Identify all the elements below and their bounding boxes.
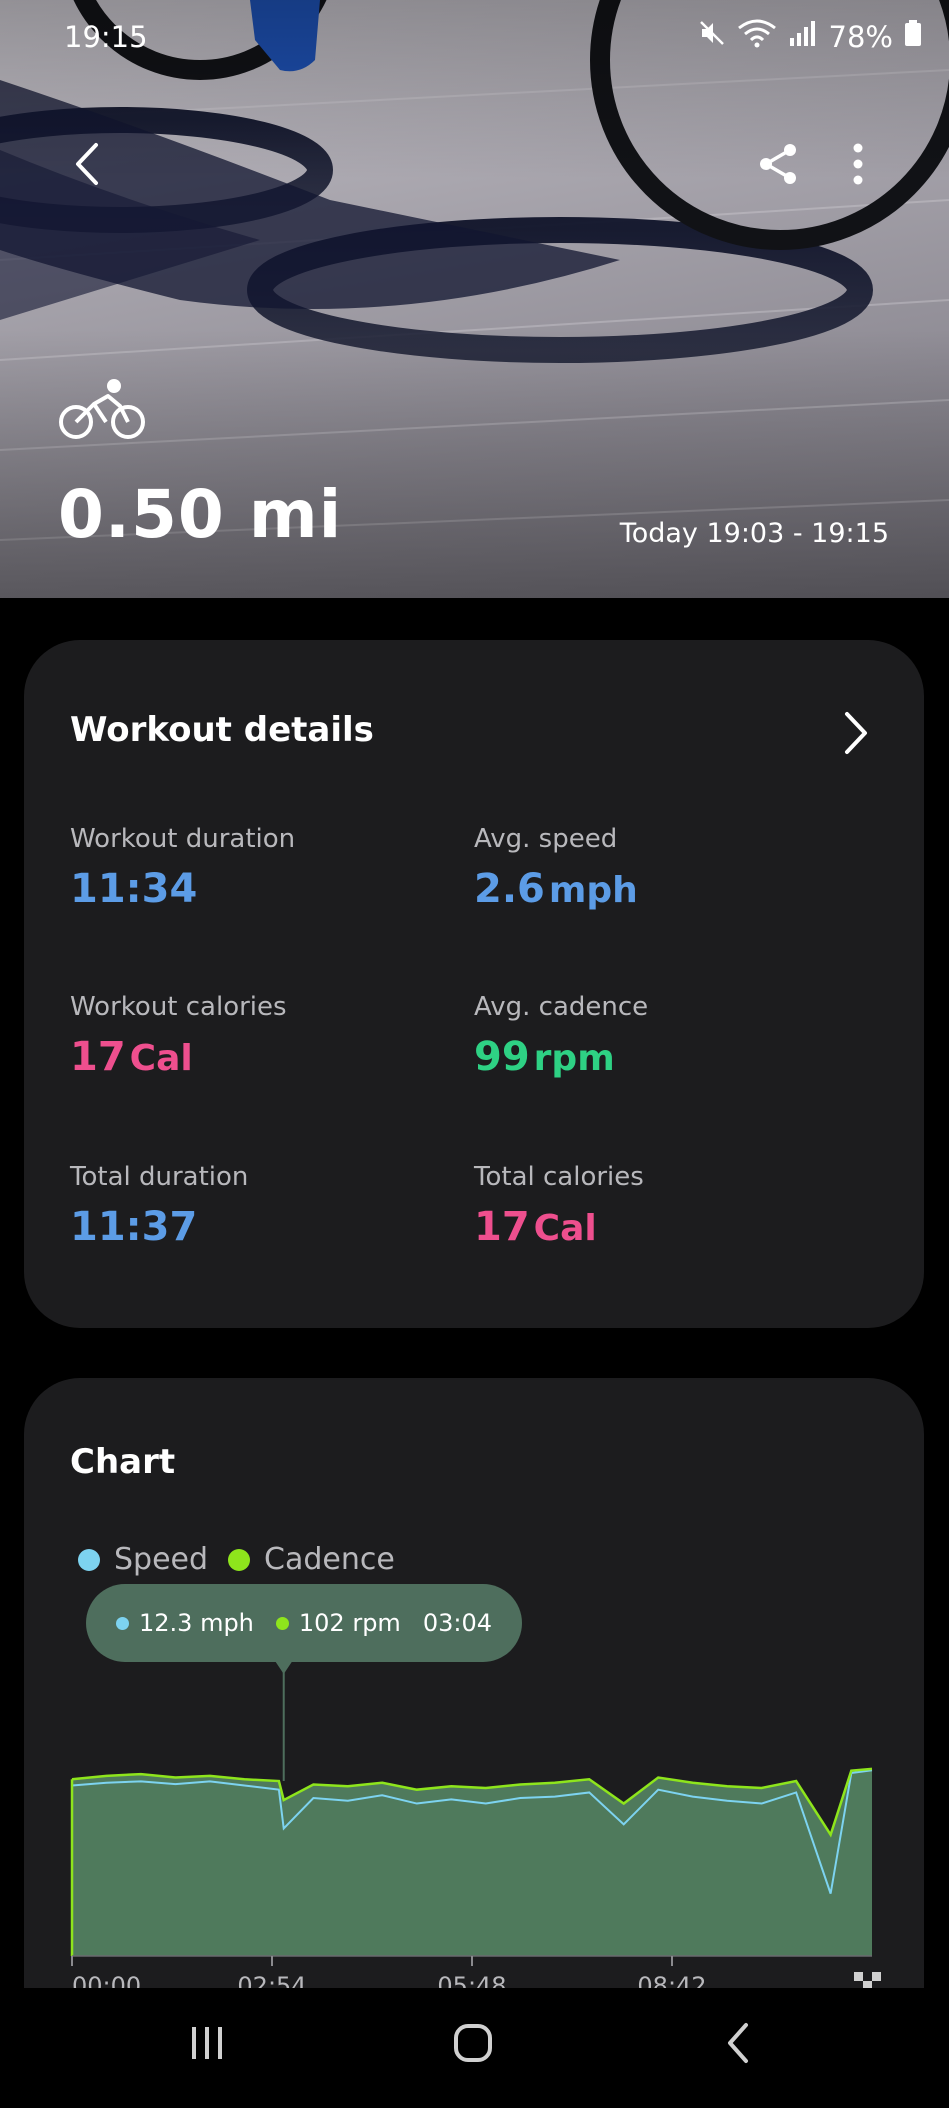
card-title: Workout details <box>70 710 374 750</box>
legend-label: Cadence <box>264 1542 395 1577</box>
recents-button[interactable] <box>162 2008 252 2078</box>
system-nav-bar <box>0 1988 949 2108</box>
tooltip-dot <box>116 1616 129 1630</box>
status-time: 19:15 <box>64 20 148 54</box>
metric-value: 17 Cal <box>474 1204 597 1250</box>
metric-value: 99 rpm <box>474 1034 615 1080</box>
metric-label: Workout calories <box>70 992 287 1022</box>
distance-value: 0.50 mi <box>58 476 343 553</box>
back-button[interactable] <box>58 134 118 194</box>
metric-label: Workout duration <box>70 824 296 854</box>
share-icon <box>760 144 796 184</box>
cycling-icon <box>58 378 146 444</box>
tooltip-speed-value: 12.3 mph <box>139 1609 254 1637</box>
hero-banner: 19:15 78% 0.50 mi Today 19:03 - 19:15 <box>0 0 949 598</box>
metric-workout-calories: Workout calories 17 Cal <box>70 992 287 1080</box>
tooltip-speed: 12.3 mph <box>116 1609 254 1637</box>
home-button[interactable] <box>428 2008 518 2078</box>
metric-value: 11:34 <box>70 866 198 912</box>
metric-value: 2.6 mph <box>474 866 638 912</box>
tooltip-pointer <box>275 1662 292 1674</box>
chart-area-fill <box>72 1768 872 1956</box>
more-vertical-icon <box>853 143 863 185</box>
home-icon <box>454 2024 492 2062</box>
chart-tooltip: 12.3 mph 102 rpm 03:04 <box>86 1584 522 1662</box>
chart-legend: Speed Cadence <box>78 1542 415 1577</box>
back-chevron-icon <box>728 2023 748 2063</box>
wifi-icon <box>737 18 777 55</box>
legend-label: Speed <box>114 1542 209 1577</box>
battery-icon <box>903 18 923 55</box>
card-title: Chart <box>70 1442 176 1482</box>
details-open-button[interactable] <box>834 706 878 760</box>
chevron-left-icon <box>76 143 98 185</box>
legend-dot <box>228 1548 251 1571</box>
metric-label: Total calories <box>474 1162 644 1192</box>
status-bar: 19:15 78% <box>0 0 949 76</box>
mute-icon <box>697 18 727 55</box>
workout-time-range: Today 19:03 - 19:15 <box>619 518 889 549</box>
signal-icon <box>787 18 817 55</box>
metric-avg-cadence: Avg. cadence 99 rpm <box>474 992 648 1080</box>
workout-details-card[interactable]: Workout details Workout duration 11:34 A… <box>24 640 924 1328</box>
more-options-button[interactable] <box>828 134 888 194</box>
metric-avg-speed: Avg. speed 2.6 mph <box>474 824 638 912</box>
share-button[interactable] <box>748 134 808 194</box>
tooltip-dot <box>275 1616 289 1630</box>
metric-value: 17 Cal <box>70 1034 193 1080</box>
chevron-right-icon <box>845 712 867 754</box>
legend-item-speed: Speed <box>78 1542 208 1577</box>
battery-percent: 78% <box>828 19 893 54</box>
metric-workout-duration: Workout duration 11:34 <box>70 824 295 912</box>
metric-label: Avg. cadence <box>474 992 649 1022</box>
tooltip-cadence: 102 rpm <box>275 1609 401 1637</box>
metric-total-duration: Total duration 11:37 <box>70 1162 248 1250</box>
metric-label: Avg. speed <box>474 824 618 854</box>
metric-label: Total duration <box>70 1162 249 1192</box>
recents-icon <box>192 2027 222 2059</box>
metric-value: 11:37 <box>70 1204 198 1250</box>
legend-dot <box>78 1548 100 1571</box>
tooltip-time-value: 03:04 <box>422 1609 492 1637</box>
metric-total-calories: Total calories 17 Cal <box>474 1162 644 1250</box>
system-back-button[interactable] <box>694 2008 784 2078</box>
legend-item-cadence: Cadence <box>228 1542 395 1577</box>
tooltip-time: 03:04 <box>423 1609 492 1637</box>
tooltip-cadence-value: 102 rpm <box>298 1609 401 1637</box>
status-icons: 78% <box>697 18 923 55</box>
